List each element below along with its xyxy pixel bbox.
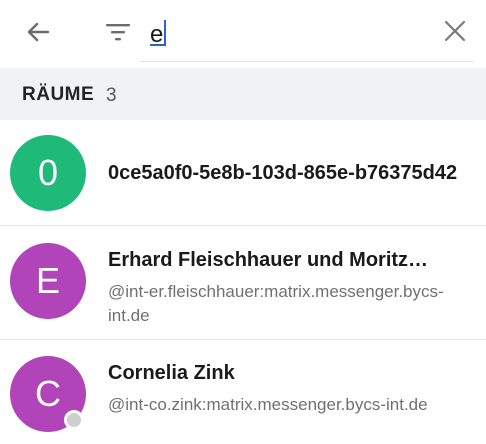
avatar: 0	[10, 135, 86, 211]
filter-icon[interactable]	[103, 18, 133, 46]
room-subtitle: @int-er.fleischhauer:matrix.messenger.by…	[108, 282, 444, 325]
room-title: Erhard Fleischhauer und Moritz…	[108, 249, 429, 271]
room-item[interactable]: E Erhard Fleischhauer und Moritz… @int-e…	[0, 226, 486, 340]
composing-underline	[150, 44, 164, 46]
presence-indicator	[64, 410, 84, 430]
clear-search-button[interactable]	[442, 14, 468, 48]
search-toolbar	[0, 0, 486, 68]
section-title: RÄUME	[22, 84, 95, 105]
search-field[interactable]	[140, 12, 474, 62]
room-title: Cornelia Zink	[108, 362, 235, 384]
text-cursor	[164, 20, 166, 46]
search-input[interactable]	[150, 18, 420, 52]
close-icon	[444, 20, 466, 42]
room-item[interactable]: C Cornelia Zink @int-co.zink:matrix.mess…	[0, 340, 486, 444]
arrow-left-icon	[27, 22, 50, 42]
section-count: 3	[106, 85, 117, 106]
room-title: 0ce5a0f0-5e8b-103d-865e-b76375d42	[108, 162, 458, 184]
back-button[interactable]	[20, 14, 56, 50]
avatar: E	[10, 243, 86, 319]
room-subtitle: @int-co.zink:matrix.messenger.bycs-int.d…	[108, 395, 428, 414]
rooms-section-header: RÄUME 3	[0, 68, 486, 120]
room-item[interactable]: 0 0ce5a0f0-5e8b-103d-865e-b76375d42	[0, 120, 486, 226]
